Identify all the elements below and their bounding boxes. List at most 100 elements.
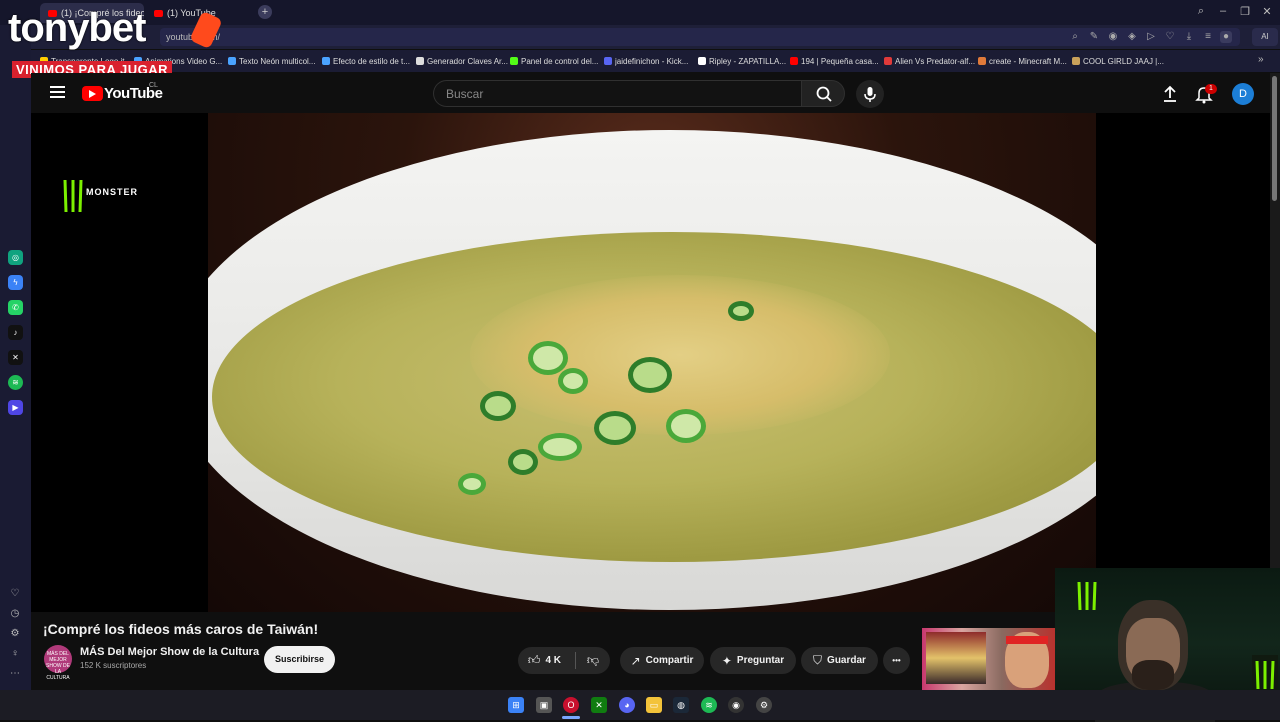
hamburger-menu-icon[interactable] <box>50 86 65 98</box>
x-icon[interactable]: ✕ <box>8 350 23 365</box>
tiktok-icon[interactable]: ♪ <box>8 325 23 340</box>
bookmark-item[interactable]: create - Minecraft M... <box>978 55 1070 67</box>
spotify-icon[interactable]: ≋ <box>8 375 23 390</box>
like-count: 4 K <box>545 655 562 666</box>
share-icon: ↗ <box>630 653 641 668</box>
search-icon <box>816 86 832 102</box>
settings-icon[interactable]: ⚙ <box>9 628 21 640</box>
play-icon[interactable]: ▷ <box>1145 31 1157 43</box>
shield-icon[interactable]: ◈ <box>1126 31 1138 43</box>
favorites-icon[interactable]: ♡ <box>9 588 21 600</box>
green-onion <box>728 301 754 321</box>
bookmark-item[interactable]: Alien Vs Predator-alf... <box>884 55 976 67</box>
monster-logo-icon <box>1077 581 1097 611</box>
bookmarks-more-button[interactable]: » <box>1258 54 1264 65</box>
bookmark-favicon-icon <box>978 57 986 65</box>
spotify-icon[interactable]: ≋ <box>701 697 717 713</box>
new-tab-button[interactable]: + <box>258 5 272 19</box>
search-tabs-icon[interactable]: ⌕ <box>1193 5 1209 18</box>
scrollbar-thumb[interactable] <box>1272 76 1277 201</box>
monster-logo-icon <box>1255 660 1275 690</box>
sponsor-label: MONSTER <box>86 187 138 197</box>
chatgpt-icon[interactable]: ◎ <box>8 250 23 265</box>
messenger-icon[interactable]: ϟ <box>8 275 23 290</box>
heart-icon[interactable]: ♡ <box>1164 31 1176 43</box>
menu-icon[interactable]: ≡ <box>1202 31 1214 43</box>
restore-icon[interactable]: ❐ <box>1237 5 1253 18</box>
like-divider <box>575 652 576 669</box>
bookmark-label: Efecto de estilo de t... <box>333 56 410 66</box>
streamer-beard <box>1132 660 1174 690</box>
channel-avatar[interactable]: MÁS DEL MEJOR SHOW DE LA CULTURA <box>44 645 72 681</box>
green-onion <box>508 449 538 475</box>
task-view-icon[interactable]: ▣ <box>536 697 552 713</box>
sparkle-icon: ✦ <box>721 653 732 668</box>
history-icon[interactable]: ◷ <box>9 608 21 620</box>
save-button[interactable]: ⛉ Guardar <box>801 647 878 674</box>
discord-icon[interactable]: ◕ <box>619 697 635 713</box>
bookmark-favicon-icon <box>322 57 330 65</box>
dislike-button[interactable]: 👎︎ <box>576 653 610 668</box>
green-onion <box>458 473 486 495</box>
bookmark-item[interactable]: Texto Neón multicol... <box>228 55 320 67</box>
bookmark-favicon-icon <box>790 57 798 65</box>
tonybet-logo: tonybet <box>8 6 146 50</box>
save-label: Guardar <box>827 655 866 666</box>
voice-search-button[interactable] <box>856 80 884 108</box>
green-onion <box>538 433 582 461</box>
share-button[interactable]: ↗ Compartir <box>620 647 704 674</box>
bookmark-favicon-icon <box>510 57 518 65</box>
xbox-icon[interactable]: ✕ <box>591 697 607 713</box>
edit-icon[interactable]: ✎ <box>1088 31 1100 43</box>
whatsapp-icon[interactable]: ✆ <box>8 300 23 315</box>
tips-icon[interactable]: ♀ <box>9 648 21 660</box>
subscribe-button[interactable]: Suscribirse <box>264 646 335 673</box>
bookmark-item[interactable]: COOL GIRLD JAAJ |... <box>1072 55 1164 67</box>
windows-start-icon[interactable]: ⊞ <box>508 697 524 713</box>
search-button[interactable] <box>801 80 845 107</box>
bookmark-item[interactable]: Panel de control del... <box>510 55 602 67</box>
app-icon[interactable]: ⚙ <box>756 697 772 713</box>
bookmark-item[interactable]: Ripley - ZAPATILLA... <box>698 55 790 67</box>
upload-icon <box>1164 85 1176 102</box>
green-onion <box>666 409 706 443</box>
bookmark-item[interactable]: jaidefinichon - Kick... <box>604 55 696 67</box>
thumbnail-street-scene <box>926 632 986 684</box>
close-icon[interactable]: ✕ <box>1259 5 1275 18</box>
minimize-icon[interactable]: – <box>1215 5 1231 17</box>
steam-icon[interactable]: ◍ <box>673 697 689 713</box>
file-explorer-icon[interactable]: ▭ <box>646 697 662 713</box>
bookmark-item[interactable]: Efecto de estilo de t... <box>322 55 414 67</box>
upload-button[interactable] <box>1160 84 1180 104</box>
bookmark-label: Panel de control del... <box>521 56 599 66</box>
ask-button[interactable]: ✦ Preguntar <box>710 647 796 674</box>
like-button[interactable]: 👍︎ 4 K <box>518 653 571 668</box>
bookmark-label: Generador Claves Ar... <box>427 56 508 66</box>
bookmark-favicon-icon <box>604 57 612 65</box>
country-code: CL <box>149 82 158 89</box>
obs-icon[interactable]: ◉ <box>728 697 744 713</box>
zoom-icon[interactable]: ⌕ <box>1069 31 1081 43</box>
channel-name[interactable]: MÁS Del Mejor Show de la Cultura <box>80 646 259 658</box>
search-input[interactable] <box>433 80 801 107</box>
player-icon[interactable]: ▶ <box>8 400 23 415</box>
profile-icon[interactable]: ● <box>1220 31 1232 43</box>
bookmark-icon: ⛉ <box>813 653 823 667</box>
bookmark-item[interactable]: Generador Claves Ar... <box>416 55 508 67</box>
opera-gx-icon[interactable]: O <box>563 697 579 713</box>
green-onion <box>480 391 516 421</box>
video-title: ¡Compré los fideos más caros de Taiwán! <box>43 621 319 637</box>
ai-button[interactable]: AI <box>1252 28 1278 46</box>
monster-can <box>1252 655 1278 695</box>
camera-icon[interactable]: ◉ <box>1107 31 1119 43</box>
bookmark-item[interactable]: 194 | Pequeña casa... <box>790 55 882 67</box>
green-onion <box>528 341 568 375</box>
ask-label: Preguntar <box>736 655 785 666</box>
thumbs-up-icon: 👍︎ <box>527 653 541 667</box>
account-avatar[interactable]: D <box>1232 83 1254 105</box>
download-icon[interactable]: ⤓ <box>1183 31 1195 43</box>
video-frame[interactable] <box>208 113 1096 612</box>
more-actions-button[interactable]: ••• <box>883 647 910 674</box>
more-icon[interactable]: ⋯ <box>9 668 21 680</box>
green-onion <box>594 411 636 445</box>
